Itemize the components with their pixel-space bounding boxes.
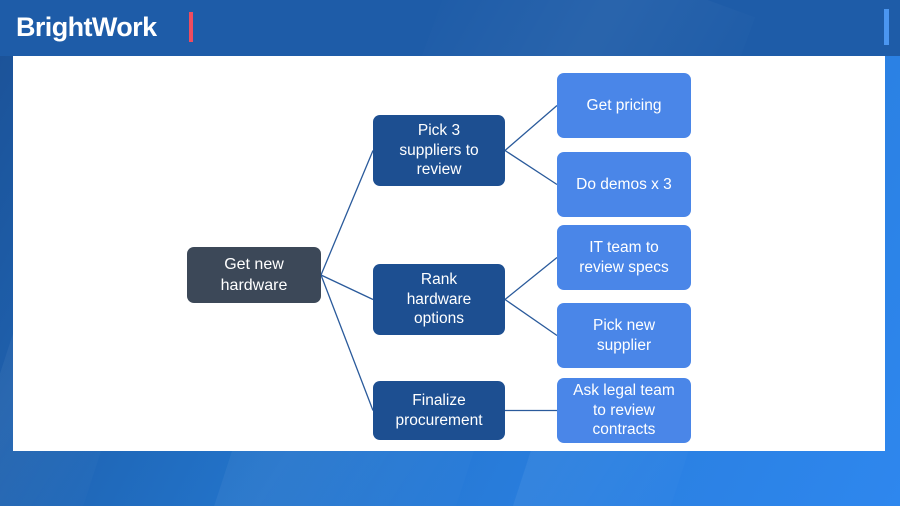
diagram-branch-node-1[interactable]: Pick 3 suppliers to review (373, 115, 505, 186)
diagram-card: Get pricing Do demos x 3 Pick 3 suppliers … (13, 56, 885, 451)
brightwork-logo: BrightWork (16, 12, 157, 42)
header-right-accent-bar-icon (884, 9, 889, 45)
diagram-leaf-node-2-2[interactable]: Pick new supplier (557, 303, 691, 368)
logo-accent-bar-icon (189, 12, 193, 42)
diagram-leaf-node-3-1[interactable]: Ask legal team to review contracts (557, 378, 691, 443)
diagram-leaf-node-1-1[interactable]: Get pricing (557, 73, 691, 138)
diagram-branch-node-2[interactable]: Rank hardware options (373, 264, 505, 335)
slide-canvas: BrightWork Get pricing Do demos x 3 Pick 3… (0, 0, 900, 506)
diagram-leaf-node-2-1[interactable]: IT team to review specs (557, 225, 691, 290)
slide-header: BrightWork (0, 0, 900, 206)
diagram-root-node[interactable]: Get new hardware (187, 247, 321, 303)
diagram-branch-node-3[interactable]: Finalize procurement (373, 381, 505, 440)
diagram-leaf-node-1-2[interactable]: Do demos x 3 (557, 152, 691, 217)
